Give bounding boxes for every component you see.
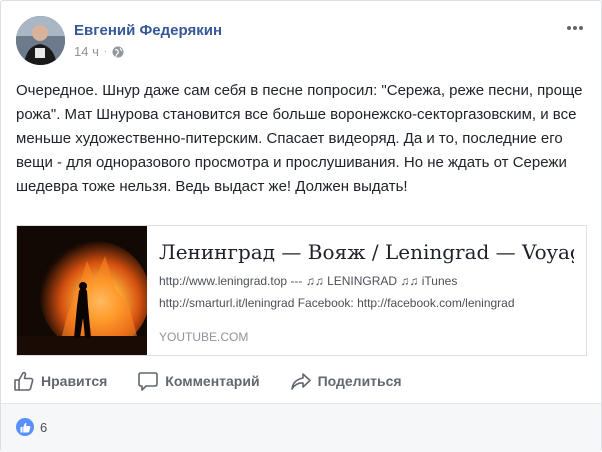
post-actions: Нравится Комментарий Поделиться	[13, 365, 589, 397]
link-body: Ленинград — Вояж / Leningrad — Voyage ht…	[147, 226, 586, 355]
feed-post: Евгений Федерякин 14 ч · Очередное. Шнур…	[0, 0, 602, 452]
share-button-label: Поделиться	[317, 373, 402, 389]
globe-icon[interactable]	[112, 46, 124, 58]
like-button-label: Нравится	[41, 373, 108, 389]
post-text: Очередное. Шнур даже сам себя в песне по…	[16, 82, 583, 195]
share-arrow-icon	[290, 373, 311, 390]
author-avatar[interactable]	[16, 16, 65, 65]
post-header: Евгений Федерякин 14 ч ·	[16, 16, 589, 66]
more-horizontal-icon[interactable]	[565, 20, 585, 36]
meta-separator: ·	[103, 46, 108, 57]
thumbs-up-icon	[14, 371, 34, 391]
post-footer: 6	[1, 404, 601, 452]
link-description-line-2: http://smarturl.it/leningrad Facebook: h…	[159, 296, 515, 310]
post-meta: 14 ч ·	[74, 44, 124, 59]
comment-button[interactable]: Комментарий	[137, 370, 260, 392]
like-reaction-icon	[16, 418, 34, 436]
reaction-count: 6	[40, 419, 48, 435]
comment-button-label: Комментарий	[165, 373, 260, 389]
link-description-line-1: http://www.leningrad.top --- ♫♫ LENINGRA…	[159, 274, 458, 288]
link-preview-card[interactable]: Ленинград — Вояж / Leningrad — Voyage ht…	[16, 225, 587, 356]
like-button[interactable]: Нравится	[13, 370, 107, 392]
reaction-summary[interactable]: 6	[16, 418, 47, 436]
post-timestamp[interactable]: 14 ч	[74, 44, 99, 59]
comment-bubble-icon	[138, 372, 159, 391]
link-title[interactable]: Ленинград — Вояж / Leningrad — Voyage	[159, 236, 574, 268]
author-name[interactable]: Евгений Федерякин	[74, 22, 222, 39]
share-button[interactable]: Поделиться	[290, 370, 402, 392]
link-domain: YOUTUBE.COM	[159, 330, 249, 344]
link-thumbnail[interactable]	[17, 226, 147, 355]
